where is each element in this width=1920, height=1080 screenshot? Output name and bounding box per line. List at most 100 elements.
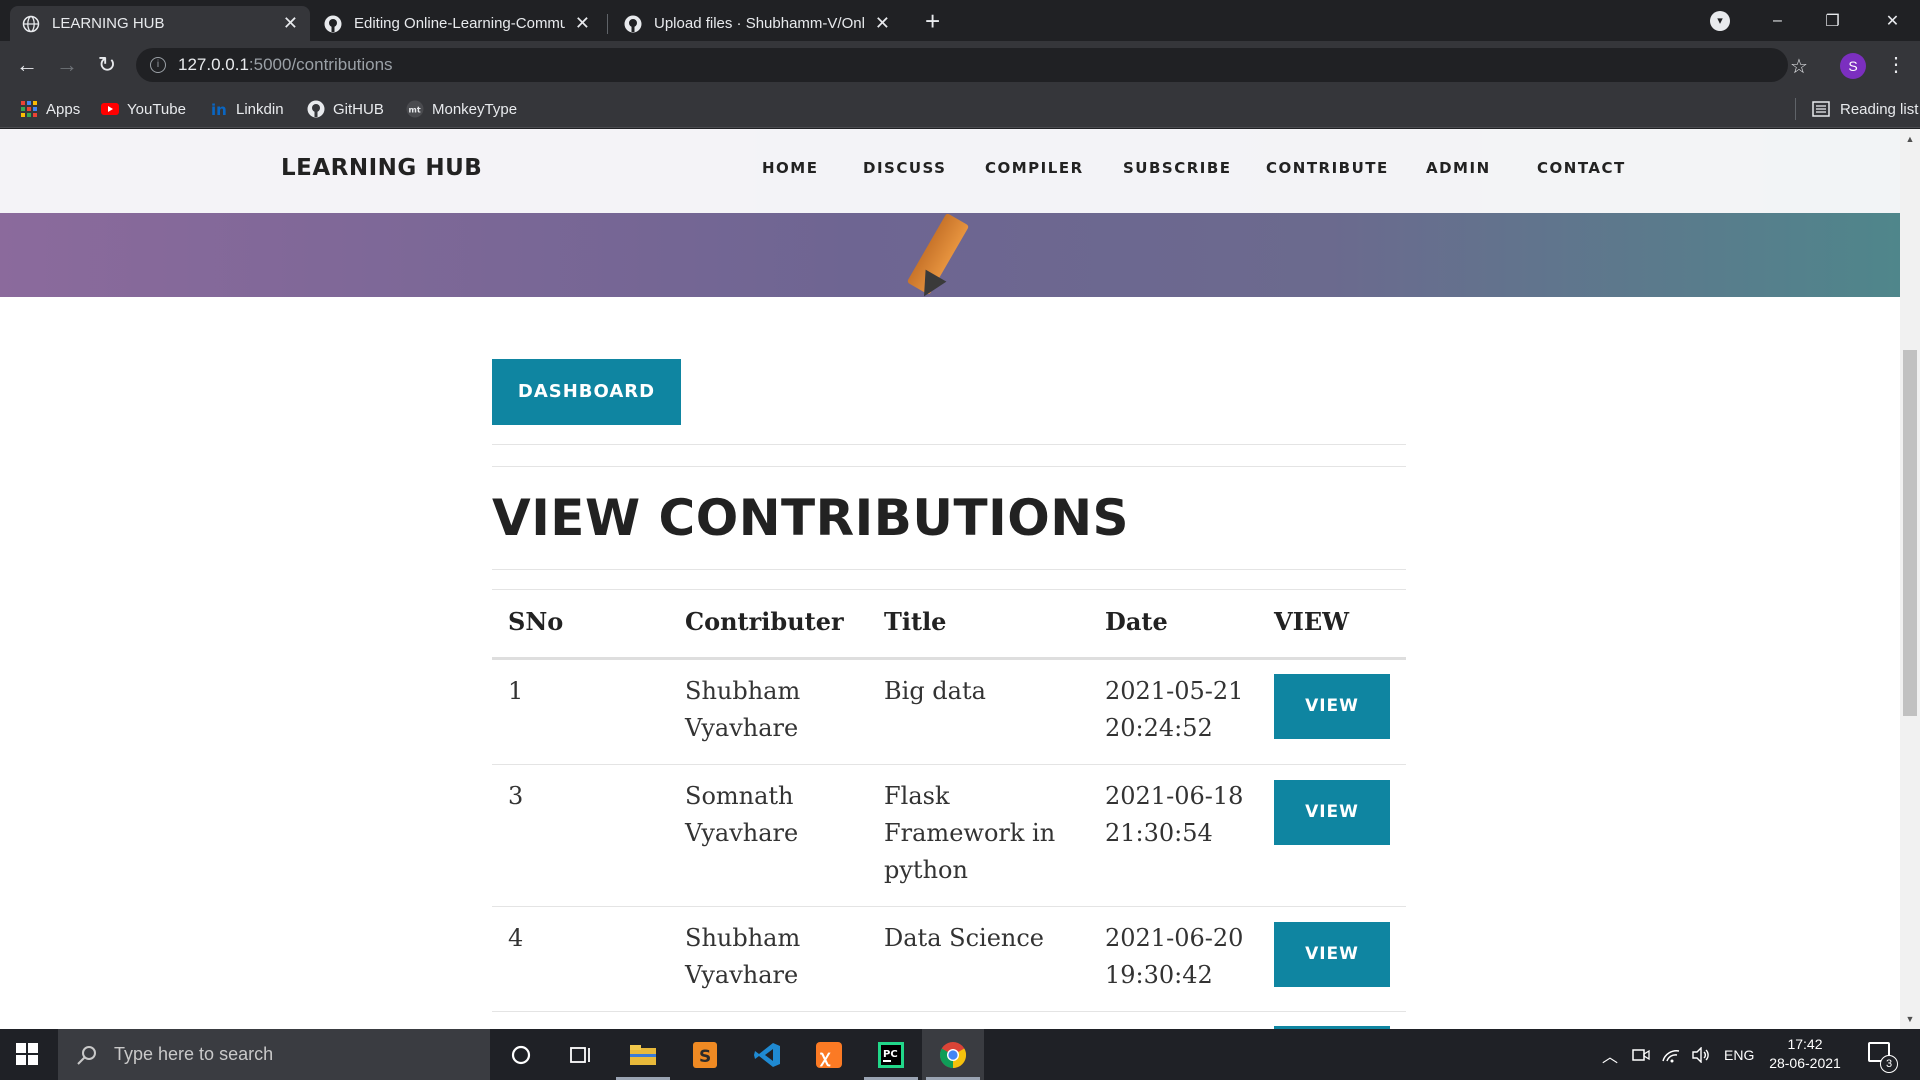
bookmarks-bar: Apps YouTube in Linkdin GitHUB mt Monkey… (0, 90, 1920, 128)
back-arrow-icon[interactable]: ← (12, 50, 42, 80)
nav-home[interactable]: HOME (762, 159, 818, 177)
minimize-button[interactable]: – (1750, 0, 1805, 41)
page-viewport: LEARNING HUB HOME DISCUSS COMPILER SUBSC… (0, 129, 1920, 1029)
site-logo[interactable]: LEARNING HUB (281, 155, 482, 181)
dashboard-button[interactable]: DASHBOARD (492, 359, 681, 425)
view-button[interactable]: VIEW (1274, 780, 1390, 845)
nav-compiler[interactable]: COMPILER (985, 159, 1084, 177)
meet-now-icon[interactable] (1632, 1029, 1650, 1080)
forward-arrow-icon[interactable]: → (52, 50, 82, 80)
url-host: 127.0.0.1 (178, 55, 249, 74)
close-icon[interactable]: ✕ (875, 13, 890, 34)
bookmark-apps[interactable]: Apps (20, 90, 80, 128)
view-button[interactable]: VIEW (1274, 674, 1390, 739)
bookmark-youtube[interactable]: YouTube (101, 90, 186, 128)
divider (492, 444, 1406, 445)
tab-title: Editing Online-Learning-Commu (354, 15, 565, 32)
bookmark-star-icon[interactable]: ☆ (1790, 54, 1808, 79)
file-explorer-icon[interactable] (612, 1029, 674, 1080)
bookmark-label: MonkeyType (432, 100, 518, 118)
cell-sno: 3 (508, 782, 524, 810)
tab-title: Upload files · Shubhamm-V/Onli (654, 15, 865, 32)
taskbar-clock[interactable]: 17:42 28-06-2021 (1760, 1035, 1850, 1073)
taskbar-search-box[interactable]: Type here to search (58, 1029, 490, 1080)
cell-contributer: Shubham Vyavhare (685, 673, 800, 747)
youtube-icon (101, 103, 119, 115)
cell-line: Framework in (884, 819, 1056, 847)
wifi-icon[interactable] (1661, 1029, 1681, 1080)
volume-icon[interactable] (1691, 1029, 1711, 1080)
sublime-text-icon[interactable]: S (674, 1029, 736, 1080)
reading-list-button[interactable]: Reading list (1795, 90, 1918, 128)
bookmark-linkedin[interactable]: in Linkdin (210, 90, 284, 128)
close-window-button[interactable]: ✕ (1865, 0, 1920, 41)
tab-editing-repo[interactable]: Editing Online-Learning-Commu ✕ (312, 6, 602, 41)
globe-icon (22, 15, 40, 32)
cell-date: 2021-06-20 19:30:42 (1105, 920, 1243, 994)
tab-upload-files[interactable]: Upload files · Shubhamm-V/Onli ✕ (612, 6, 902, 41)
close-icon[interactable]: ✕ (575, 13, 590, 34)
profile-avatar[interactable]: S (1840, 53, 1866, 79)
tab-learning-hub[interactable]: LEARNING HUB ✕ (10, 6, 310, 41)
bookmark-github[interactable]: GitHUB (307, 90, 384, 128)
cortana-icon[interactable] (490, 1029, 552, 1080)
menu-kebab-icon[interactable]: ⋮ (1886, 52, 1906, 77)
svg-text:mt: mt (409, 106, 421, 115)
scroll-down-arrow-icon[interactable]: ▼ (1904, 1014, 1916, 1024)
nav-subscribe[interactable]: SUBSCRIBE (1123, 159, 1232, 177)
cell-line: Vyavhare (685, 961, 799, 989)
svg-text:PC: PC (883, 1049, 898, 1060)
task-view-icon[interactable] (550, 1029, 612, 1080)
nav-discuss[interactable]: DISCUSS (863, 159, 946, 177)
info-icon[interactable]: i (150, 57, 166, 73)
search-icon (77, 1045, 96, 1065)
view-button[interactable]: VIEW (1274, 922, 1390, 987)
new-tab-button[interactable]: + (925, 8, 940, 34)
restore-button[interactable]: ❐ (1805, 0, 1860, 41)
url-path: :5000/contributions (248, 55, 393, 74)
cell-date: 2021-05-21 20:24:52 (1105, 673, 1243, 747)
column-header-view: VIEW (1274, 607, 1350, 636)
cell-sno: 4 (508, 924, 524, 952)
row-divider (492, 906, 1406, 907)
chrome-icon[interactable] (922, 1029, 984, 1080)
cell-contributer: Shubham Vyavhare (685, 920, 800, 994)
cell-line: Data Science (884, 924, 1044, 952)
github-icon (307, 100, 325, 118)
cell-contributer: Somnath Vyavhare (685, 778, 798, 852)
tab-title: LEARNING HUB (52, 15, 165, 32)
pycharm-icon[interactable]: PC (860, 1029, 922, 1080)
cell-line: 21:30:54 (1105, 819, 1213, 847)
nav-contact[interactable]: CONTACT (1537, 159, 1626, 177)
reload-icon[interactable]: ↻ (92, 50, 122, 80)
reading-list-label: Reading list (1840, 100, 1919, 118)
apps-grid-icon (21, 101, 37, 117)
row-divider (492, 1011, 1406, 1012)
github-icon (324, 15, 342, 32)
notification-count-badge: 3 (1880, 1055, 1898, 1073)
xampp-icon[interactable]: ꭓ (798, 1029, 860, 1080)
tab-search-icon[interactable]: ▾ (1710, 11, 1730, 31)
column-header-title: Title (884, 607, 947, 636)
windows-start-icon[interactable] (16, 1043, 38, 1065)
clock-date: 28-06-2021 (1769, 1055, 1841, 1071)
scrollbar-thumb[interactable] (1903, 350, 1917, 716)
scroll-up-arrow-icon[interactable]: ▲ (1904, 134, 1916, 144)
cell-date: 2021-06-18 21:30:54 (1105, 778, 1243, 852)
nav-admin[interactable]: ADMIN (1426, 159, 1491, 177)
tray-overflow-chevron-icon[interactable]: ︿ (1602, 1029, 1618, 1080)
cell-line: Flask (884, 782, 950, 810)
language-indicator[interactable]: ENG (1724, 1029, 1754, 1080)
close-icon[interactable]: ✕ (283, 13, 298, 34)
address-bar[interactable]: i 127.0.0.1:5000/contributions (136, 48, 1788, 82)
cell-title: Data Science (884, 920, 1044, 957)
cell-line: 19:30:42 (1105, 961, 1213, 989)
column-header-sno: SNo (508, 607, 564, 636)
table-header-border (492, 657, 1406, 660)
nav-contribute[interactable]: CONTRIBUTE (1266, 159, 1389, 177)
bookmark-monkeytype[interactable]: mt MonkeyType (406, 90, 517, 128)
cell-line: Vyavhare (685, 714, 799, 742)
cell-sno: 1 (508, 677, 524, 705)
vscode-icon[interactable] (736, 1029, 798, 1080)
divider (492, 466, 1406, 467)
